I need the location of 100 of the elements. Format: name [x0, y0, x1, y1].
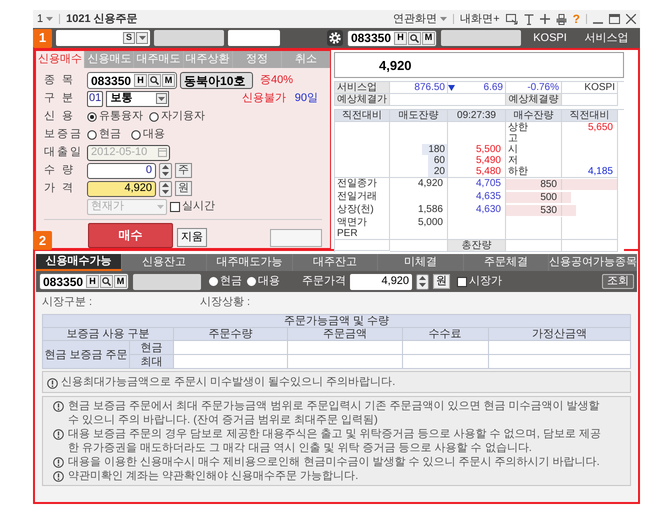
credit-days-text: 90일: [294, 91, 318, 106]
maximize-icon[interactable]: [609, 14, 620, 24]
radio-label: 대용: [143, 127, 165, 142]
radio-button[interactable]: [87, 130, 97, 140]
stock-code-field[interactable]: 083350 H M: [346, 30, 437, 46]
buy-button[interactable]: 매수: [88, 222, 173, 248]
radio-label: 현금: [99, 127, 121, 142]
balance-tab[interactable]: 신용공여가능종목: [549, 254, 637, 271]
down-arrow-icon[interactable]: [162, 172, 169, 176]
radio-label: 자기융자: [161, 109, 205, 124]
account-s-button[interactable]: S: [123, 32, 135, 44]
close-icon[interactable]: [626, 14, 636, 24]
ask-quantity: 20: [428, 166, 447, 177]
print-icon[interactable]: [556, 14, 567, 24]
checkbox[interactable]: [170, 202, 180, 212]
balance-tab[interactable]: 대주매도가능: [207, 254, 292, 271]
link-screen-icon[interactable]: [506, 14, 518, 24]
search-icon: [410, 34, 419, 42]
query-button[interactable]: 조회: [602, 274, 634, 289]
stepper-control[interactable]: [416, 274, 430, 290]
warning-icon: [53, 471, 64, 482]
my-screen-button[interactable]: 내화면+: [460, 10, 500, 28]
bid-price: 4,630: [476, 204, 501, 215]
stepper-control[interactable]: [159, 180, 172, 196]
settings-icon[interactable]: [326, 30, 343, 46]
stock-info-value: 4,920: [418, 178, 443, 189]
unit-button[interactable]: 주: [175, 163, 192, 178]
stepper-control[interactable]: [159, 162, 172, 178]
stock-info-label: 전일종가: [337, 178, 377, 189]
stock-name-button[interactable]: 동북아10호: [180, 72, 254, 89]
memo-button[interactable]: M: [114, 275, 128, 288]
memo-button[interactable]: M: [162, 74, 176, 87]
checkbox[interactable]: [457, 276, 468, 286]
field-label: 수 량: [44, 163, 76, 178]
search-button[interactable]: [148, 74, 162, 87]
column-header: 매수잔량: [506, 110, 562, 122]
font-tool-icon[interactable]: [524, 14, 534, 24]
history-button[interactable]: H: [134, 74, 148, 87]
price-field[interactable]: 4,920: [87, 180, 156, 196]
dropdown-button[interactable]: [136, 32, 148, 44]
bid-quantity: 850: [506, 179, 562, 190]
field-label: 구 분: [44, 91, 76, 106]
order-price-field[interactable]: 4,920: [350, 274, 412, 290]
password-field[interactable]: [228, 30, 280, 46]
ask-price: 5,500: [476, 144, 501, 155]
account-field[interactable]: S: [56, 30, 150, 46]
warning-icon: [53, 401, 64, 412]
up-arrow-icon[interactable]: [162, 183, 169, 187]
stock-name-field: [133, 274, 202, 290]
search-button[interactable]: [100, 275, 114, 288]
up-arrow-icon[interactable]: [162, 165, 169, 169]
order-tab[interactable]: 신용매수: [36, 51, 84, 68]
search-button[interactable]: [408, 32, 421, 44]
history-button[interactable]: H: [86, 275, 100, 288]
stock-code-field[interactable]: 083350 H M: [39, 273, 130, 290]
bid-price: 4,635: [476, 191, 501, 202]
down-arrow-icon[interactable]: [419, 283, 426, 287]
caret-icon: [138, 36, 146, 40]
column-header: 주문수량: [174, 328, 288, 340]
column-header: 매도잔량: [390, 110, 448, 122]
quantity-field[interactable]: 0: [87, 162, 156, 178]
down-arrow-icon[interactable]: [162, 190, 169, 194]
ask-quantity: 180: [422, 144, 447, 155]
balance-tab[interactable]: 신용잔고: [122, 254, 206, 271]
row-group-header: 현금 보증금 주문: [42, 340, 130, 368]
field-label: 가 격: [44, 181, 76, 196]
market-name: KOSPI: [562, 82, 618, 94]
balance-tab[interactable]: 미체결: [378, 254, 462, 271]
column-header: 가정산금액: [488, 328, 630, 340]
balance-tab[interactable]: 주문체결: [464, 254, 548, 271]
history-button[interactable]: H: [394, 32, 407, 44]
order-type-select[interactable]: 보통: [106, 90, 170, 106]
current-price-display: 4,920: [334, 52, 624, 78]
checkbox-label: 실시간: [182, 199, 215, 214]
section-badge: 2: [33, 231, 52, 250]
balance-tab[interactable]: 신용매수가능: [36, 254, 120, 271]
price-limit-label: 고: [508, 133, 518, 144]
field-label: 대출일: [44, 145, 84, 160]
clear-button[interactable]: 지움: [177, 228, 207, 246]
radio-button[interactable]: [87, 112, 97, 122]
up-arrow-icon[interactable]: [419, 276, 426, 280]
related-screens-menu[interactable]: 연관화면: [393, 10, 448, 28]
window-title: 1021 신용주문: [66, 12, 138, 27]
type-code-field[interactable]: 01: [87, 90, 104, 106]
radio-label: 대용: [258, 274, 280, 290]
unit-button[interactable]: 원: [433, 274, 450, 289]
screen-number-menu[interactable]: 1: [37, 10, 54, 28]
column-header: 직전대비: [562, 110, 618, 122]
unit-button[interactable]: 원: [175, 181, 192, 196]
caret-icon: [157, 204, 164, 208]
radio-button[interactable]: [149, 112, 159, 122]
memo-button[interactable]: M: [422, 32, 435, 44]
section-badge: 1: [33, 28, 52, 48]
warning-icon: [53, 457, 64, 468]
stock-code-field[interactable]: 083350 H M: [87, 72, 178, 89]
balance-tab[interactable]: 대주잔고: [292, 254, 377, 271]
add-icon[interactable]: [540, 14, 550, 24]
radio-button[interactable]: [131, 130, 141, 140]
credit-status-text: 신용불가: [242, 91, 286, 106]
radio-label: 현금: [220, 274, 242, 290]
